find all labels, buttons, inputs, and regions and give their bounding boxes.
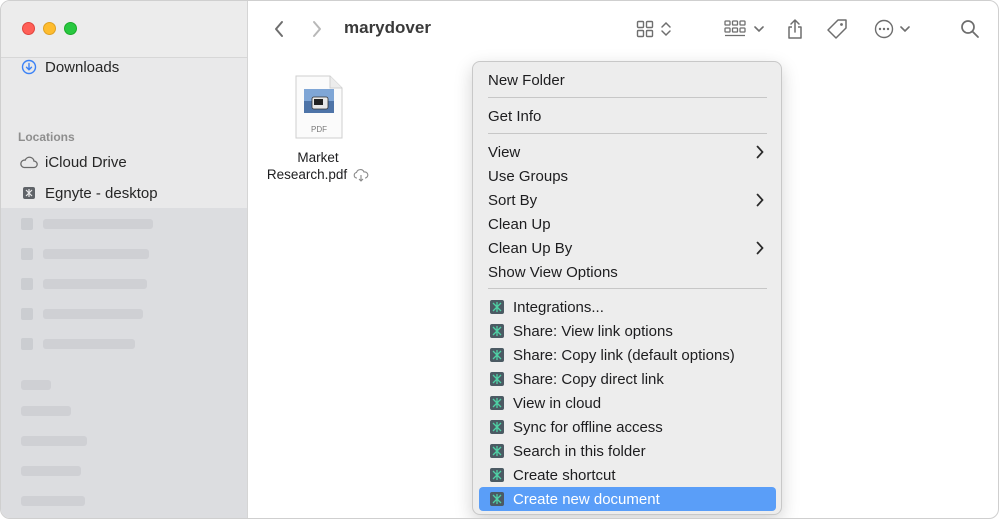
sidebar-item-label: iCloud Drive bbox=[45, 153, 127, 171]
chevron-left-icon bbox=[275, 21, 283, 37]
menu-item-create-new-document[interactable]: Create new document bbox=[479, 487, 776, 511]
menu-item-create-shortcut[interactable]: Create shortcut bbox=[479, 463, 776, 487]
sidebar-obscured-area bbox=[1, 208, 247, 518]
search-button[interactable] bbox=[958, 15, 982, 43]
egnyte-icon bbox=[490, 468, 504, 482]
chevron-down-icon bbox=[754, 26, 764, 33]
menu-separator bbox=[488, 288, 767, 289]
close-window-button[interactable] bbox=[22, 22, 35, 35]
updown-chevron-icon bbox=[661, 21, 671, 37]
chevron-right-icon bbox=[756, 241, 764, 255]
file-name-line: Market bbox=[297, 150, 339, 165]
egnyte-icon bbox=[490, 324, 504, 338]
menu-item-sort-by[interactable]: Sort By bbox=[479, 188, 776, 212]
sidebar-item-icloud-drive[interactable]: iCloud Drive bbox=[19, 151, 127, 173]
egnyte-icon bbox=[490, 492, 504, 506]
egnyte-icon bbox=[490, 348, 504, 362]
share-button[interactable] bbox=[783, 15, 807, 43]
menu-separator bbox=[488, 133, 767, 134]
menu-item-clean-up-by[interactable]: Clean Up By bbox=[479, 236, 776, 260]
chevron-right-icon bbox=[313, 21, 321, 37]
pdf-file-icon[interactable]: PDF bbox=[294, 75, 344, 139]
sidebar-item-label: Egnyte - desktop bbox=[45, 184, 158, 202]
file-name-line: Research.pdf bbox=[266, 167, 348, 182]
chevron-down-icon bbox=[900, 26, 910, 33]
share-icon bbox=[788, 18, 802, 39]
search-icon bbox=[961, 20, 979, 38]
sidebar: Downloads Locations iCloud Drive Egnyte … bbox=[1, 1, 248, 518]
drive-icon bbox=[19, 184, 39, 202]
menu-item-get-info[interactable]: Get Info bbox=[479, 104, 776, 128]
locations-header: Locations bbox=[18, 130, 75, 144]
context-menu: New Folder Get Info View Use Groups Sort… bbox=[472, 61, 782, 515]
menu-item-share-view-link-options[interactable]: Share: View link options bbox=[479, 319, 776, 343]
menu-item-share-copy-link-default[interactable]: Share: Copy link (default options) bbox=[479, 343, 776, 367]
grid-view-icon bbox=[636, 20, 654, 38]
group-button[interactable] bbox=[722, 15, 766, 43]
cloud-download-icon bbox=[353, 168, 369, 182]
menu-item-integrations[interactable]: Integrations... bbox=[479, 295, 776, 319]
sidebar-item-egnyte-desktop[interactable]: Egnyte - desktop bbox=[19, 182, 158, 204]
menu-item-share-copy-direct-link[interactable]: Share: Copy direct link bbox=[479, 367, 776, 391]
tags-button[interactable] bbox=[825, 15, 849, 43]
chevron-right-icon bbox=[756, 145, 764, 159]
egnyte-icon bbox=[490, 300, 504, 314]
tag-icon bbox=[827, 19, 847, 39]
egnyte-icon bbox=[490, 420, 504, 434]
group-icon bbox=[724, 20, 746, 37]
egnyte-icon bbox=[490, 444, 504, 458]
finder-window: Downloads Locations iCloud Drive Egnyte … bbox=[0, 0, 999, 519]
menu-item-clean-up[interactable]: Clean Up bbox=[479, 212, 776, 236]
pdf-badge: PDF bbox=[311, 125, 327, 134]
window-title: marydover bbox=[344, 18, 431, 37]
menu-item-show-view-options[interactable]: Show View Options bbox=[479, 260, 776, 284]
back-button[interactable] bbox=[268, 15, 290, 43]
zoom-window-button[interactable] bbox=[64, 22, 77, 35]
menu-item-new-folder[interactable]: New Folder bbox=[479, 68, 776, 92]
download-icon bbox=[19, 58, 39, 76]
menu-item-view[interactable]: View bbox=[479, 140, 776, 164]
menu-item-view-in-cloud[interactable]: View in cloud bbox=[479, 391, 776, 415]
sidebar-item-downloads[interactable]: Downloads bbox=[19, 56, 119, 78]
view-mode-button[interactable] bbox=[633, 15, 675, 43]
sidebar-titlebar bbox=[1, 1, 247, 58]
menu-separator bbox=[488, 97, 767, 98]
forward-button[interactable] bbox=[306, 15, 328, 43]
egnyte-icon bbox=[490, 372, 504, 386]
egnyte-icon bbox=[490, 396, 504, 410]
sidebar-item-label: Downloads bbox=[45, 58, 120, 76]
menu-item-search-in-folder[interactable]: Search in this folder bbox=[479, 439, 776, 463]
ellipsis-icon bbox=[874, 19, 894, 39]
cloud-icon bbox=[19, 153, 39, 171]
menu-item-sync-offline[interactable]: Sync for offline access bbox=[479, 415, 776, 439]
minimize-window-button[interactable] bbox=[43, 22, 56, 35]
file-label[interactable]: Market Research.pdf bbox=[257, 149, 379, 183]
menu-item-use-groups[interactable]: Use Groups bbox=[479, 164, 776, 188]
toolbar: marydover bbox=[248, 1, 998, 58]
chevron-right-icon bbox=[756, 193, 764, 207]
more-actions-button[interactable] bbox=[871, 15, 913, 43]
